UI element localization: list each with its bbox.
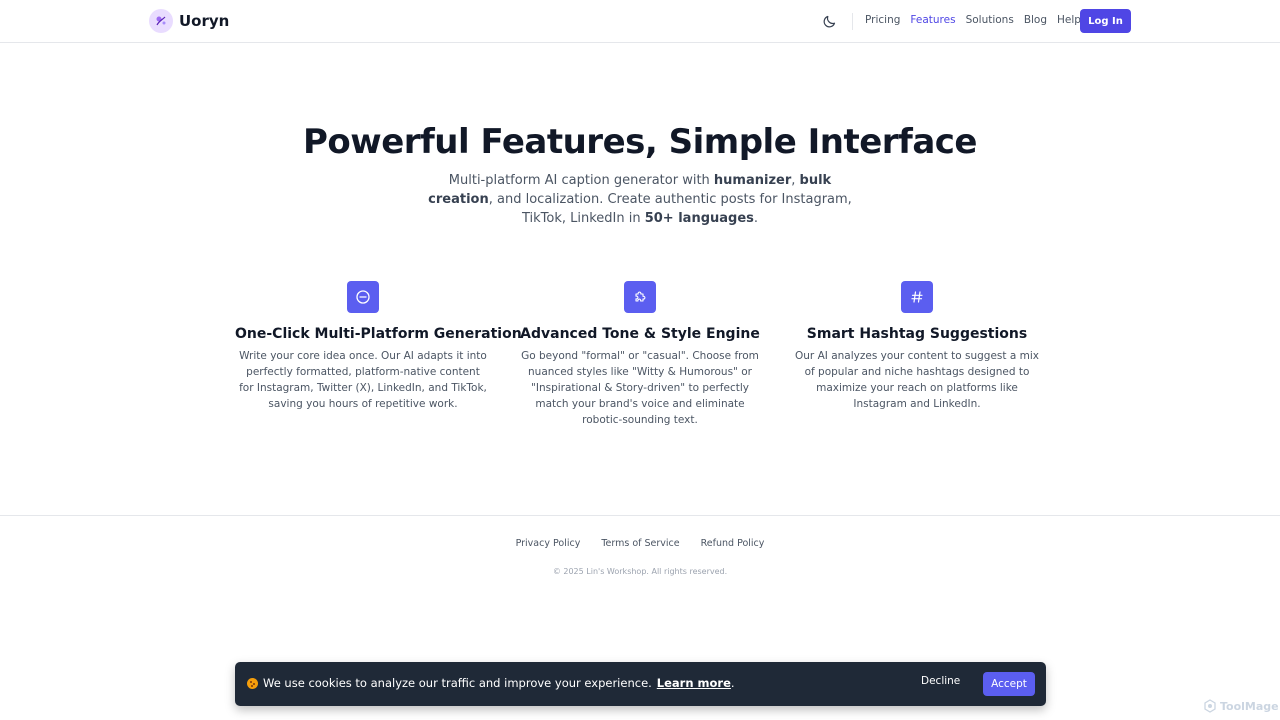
footer: Privacy Policy Terms of Service Refund P… — [0, 515, 1280, 595]
hashtag-icon — [901, 281, 933, 313]
nav-blog[interactable]: Blog — [1024, 14, 1047, 26]
cookie-text: We use cookies to analyze our traffic an… — [263, 676, 652, 690]
footer-links: Privacy Policy Terms of Service Refund P… — [0, 538, 1280, 549]
cookie-message: We use cookies to analyze our traffic an… — [247, 676, 735, 690]
feature-card: Smart Hashtag Suggestions Our AI analyze… — [789, 281, 1045, 412]
hero-subtitle: Multi-platform AI caption generator with… — [428, 173, 852, 226]
brand-logo-icon — [149, 9, 173, 33]
nav-features[interactable]: Features — [910, 14, 955, 26]
top-navbar: Uoryn Pricing Features Solutions Blog He… — [0, 0, 1280, 43]
puzzle-icon — [624, 281, 656, 313]
minus-circle-icon — [347, 281, 379, 313]
feature-card: Advanced Tone & Style Engine Go beyond "… — [512, 281, 768, 428]
accept-button[interactable]: Accept — [983, 672, 1035, 696]
page-title: Powerful Features, Simple Interface — [303, 122, 977, 162]
copyright: © 2025 Lin's Workshop. All rights reserv… — [552, 567, 728, 576]
nav-pricing[interactable]: Pricing — [865, 14, 900, 26]
feature-title: Smart Hashtag Suggestions — [806, 326, 1028, 342]
privacy-policy-link[interactable]: Privacy Policy — [516, 538, 581, 549]
feature-description: Our AI analyzes your content to suggest … — [795, 350, 1039, 410]
nav-divider — [852, 13, 853, 30]
decline-button[interactable]: Decline — [921, 675, 960, 687]
feature-description: Go beyond "formal" or "casual". Choose f… — [521, 350, 759, 426]
watermark: ToolMage — [1203, 699, 1279, 713]
feature-card: One-Click Multi-Platform Generation Writ… — [235, 281, 522, 412]
brand-name: Uoryn — [179, 12, 230, 30]
feature-title: One-Click Multi-Platform Generation — [235, 326, 522, 342]
cookie-banner: We use cookies to analyze our traffic an… — [235, 662, 1046, 706]
watermark-text: ToolMage — [1220, 699, 1279, 713]
nav-help[interactable]: Help — [1057, 14, 1081, 26]
feature-title: Advanced Tone & Style Engine — [520, 326, 760, 342]
terms-of-service-link[interactable]: Terms of Service — [601, 538, 679, 549]
refund-policy-link[interactable]: Refund Policy — [701, 538, 765, 549]
feature-description: Write your core idea once. Our AI adapts… — [239, 350, 487, 410]
login-button[interactable]: Log In — [1080, 9, 1131, 33]
main-nav: Pricing Features Solutions Blog Help — [865, 14, 1081, 26]
toolmage-logo-icon — [1204, 699, 1216, 713]
brand-link[interactable]: Uoryn — [149, 9, 229, 33]
cookie-icon — [247, 677, 258, 689]
nav-solutions[interactable]: Solutions — [966, 14, 1014, 26]
moon-icon[interactable] — [822, 13, 838, 29]
learn-more-link[interactable]: Learn more — [657, 676, 731, 690]
